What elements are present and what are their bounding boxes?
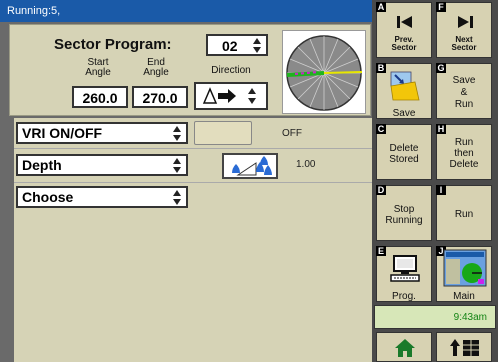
delete-stored-button[interactable]: C Delete Stored — [376, 124, 432, 180]
next-sector-button[interactable]: F Next Sector — [436, 2, 492, 58]
button-label: & — [460, 87, 468, 98]
sector-program-label: Sector Program: — [54, 36, 172, 53]
run-then-delete-button[interactable]: H Run then Delete — [436, 124, 492, 180]
softkey-letter: C — [376, 124, 386, 134]
vri-value: OFF — [282, 128, 302, 139]
button-label: Main — [453, 291, 475, 302]
vri-select[interactable]: VRI ON/OFF — [16, 122, 188, 144]
button-label: Sector — [451, 43, 477, 52]
choose-select[interactable]: Choose — [16, 186, 188, 208]
choose-select-label: Choose — [22, 189, 74, 205]
status-text: Running:5, — [7, 5, 61, 17]
button-label: Run — [454, 209, 474, 220]
nav-button[interactable] — [436, 332, 492, 362]
up-grid-icon — [450, 339, 479, 356]
softkey-letter: D — [376, 185, 386, 195]
spin-arrows-icon — [173, 158, 182, 174]
button-label: Running — [385, 215, 423, 226]
water-drops-icon — [232, 156, 272, 176]
button-label: Run — [454, 99, 474, 110]
direction-arrow-icon — [202, 87, 256, 104]
home-button[interactable] — [376, 332, 432, 362]
softkey-letter: E — [376, 246, 386, 256]
button-label: Stop — [393, 204, 415, 215]
softkey-letter: F — [436, 2, 446, 12]
skip-back-icon — [397, 16, 412, 28]
prev-sector-button[interactable]: A Prev. Sector — [376, 2, 432, 58]
save-button[interactable]: B Save — [376, 63, 432, 119]
button-label: then — [454, 148, 474, 159]
folder-save-icon — [390, 71, 420, 101]
skip-forward-icon — [458, 16, 473, 28]
save-and-run-button[interactable]: G Save & Run — [436, 63, 492, 119]
depth-value: 1.00 — [296, 159, 316, 170]
vri-select-label: VRI ON/OFF — [22, 125, 103, 141]
pivot-dial-icon — [286, 35, 363, 111]
spin-arrows-icon[interactable] — [253, 38, 262, 54]
computer-icon — [390, 255, 420, 282]
depth-select-label: Depth — [22, 157, 62, 173]
button-label: Delete — [449, 159, 479, 170]
softkey-letter: B — [376, 63, 386, 73]
direction-label: Direction — [211, 65, 251, 76]
start-angle-label: Start Angle — [85, 57, 111, 78]
spin-arrows-icon — [173, 190, 182, 206]
end-angle-field[interactable]: 270.0 — [132, 86, 188, 108]
depth-select[interactable]: Depth — [16, 154, 188, 176]
end-angle-label: End Angle — [143, 57, 169, 78]
row-divider — [14, 148, 372, 149]
button-label: Prog. — [392, 291, 416, 302]
softkey-letter: G — [436, 63, 446, 73]
main-button[interactable]: J Main — [436, 246, 492, 302]
spin-arrows-icon — [173, 126, 182, 142]
button-label: Sector — [391, 43, 417, 52]
status-bar: Running:5, — [0, 0, 372, 22]
start-angle-field[interactable]: 260.0 — [72, 86, 128, 108]
softkey-letter: I — [436, 185, 446, 195]
direction-select[interactable] — [194, 82, 268, 110]
stop-running-button[interactable]: D Stop Running — [376, 185, 432, 241]
prog-button[interactable]: E Prog. — [376, 246, 432, 302]
row-divider — [14, 182, 372, 183]
home-icon — [395, 339, 415, 357]
button-label: Save — [392, 108, 416, 119]
softkey-letter: H — [436, 124, 446, 134]
sector-program-select[interactable]: 02 — [206, 34, 268, 56]
vri-toggle-button[interactable] — [194, 121, 252, 145]
button-label: Stored — [389, 154, 419, 165]
softkey-letter: A — [376, 2, 386, 12]
button-label: Delete — [389, 143, 419, 154]
button-label: Save — [452, 75, 476, 86]
clock: 9:43am — [374, 305, 496, 329]
sector-dial — [282, 30, 366, 114]
button-label: Run — [454, 137, 474, 148]
map-screen-icon — [443, 249, 487, 287]
run-button[interactable]: I Run — [436, 185, 492, 241]
depth-button[interactable] — [222, 153, 278, 179]
sector-program-value: 02 — [222, 38, 238, 54]
